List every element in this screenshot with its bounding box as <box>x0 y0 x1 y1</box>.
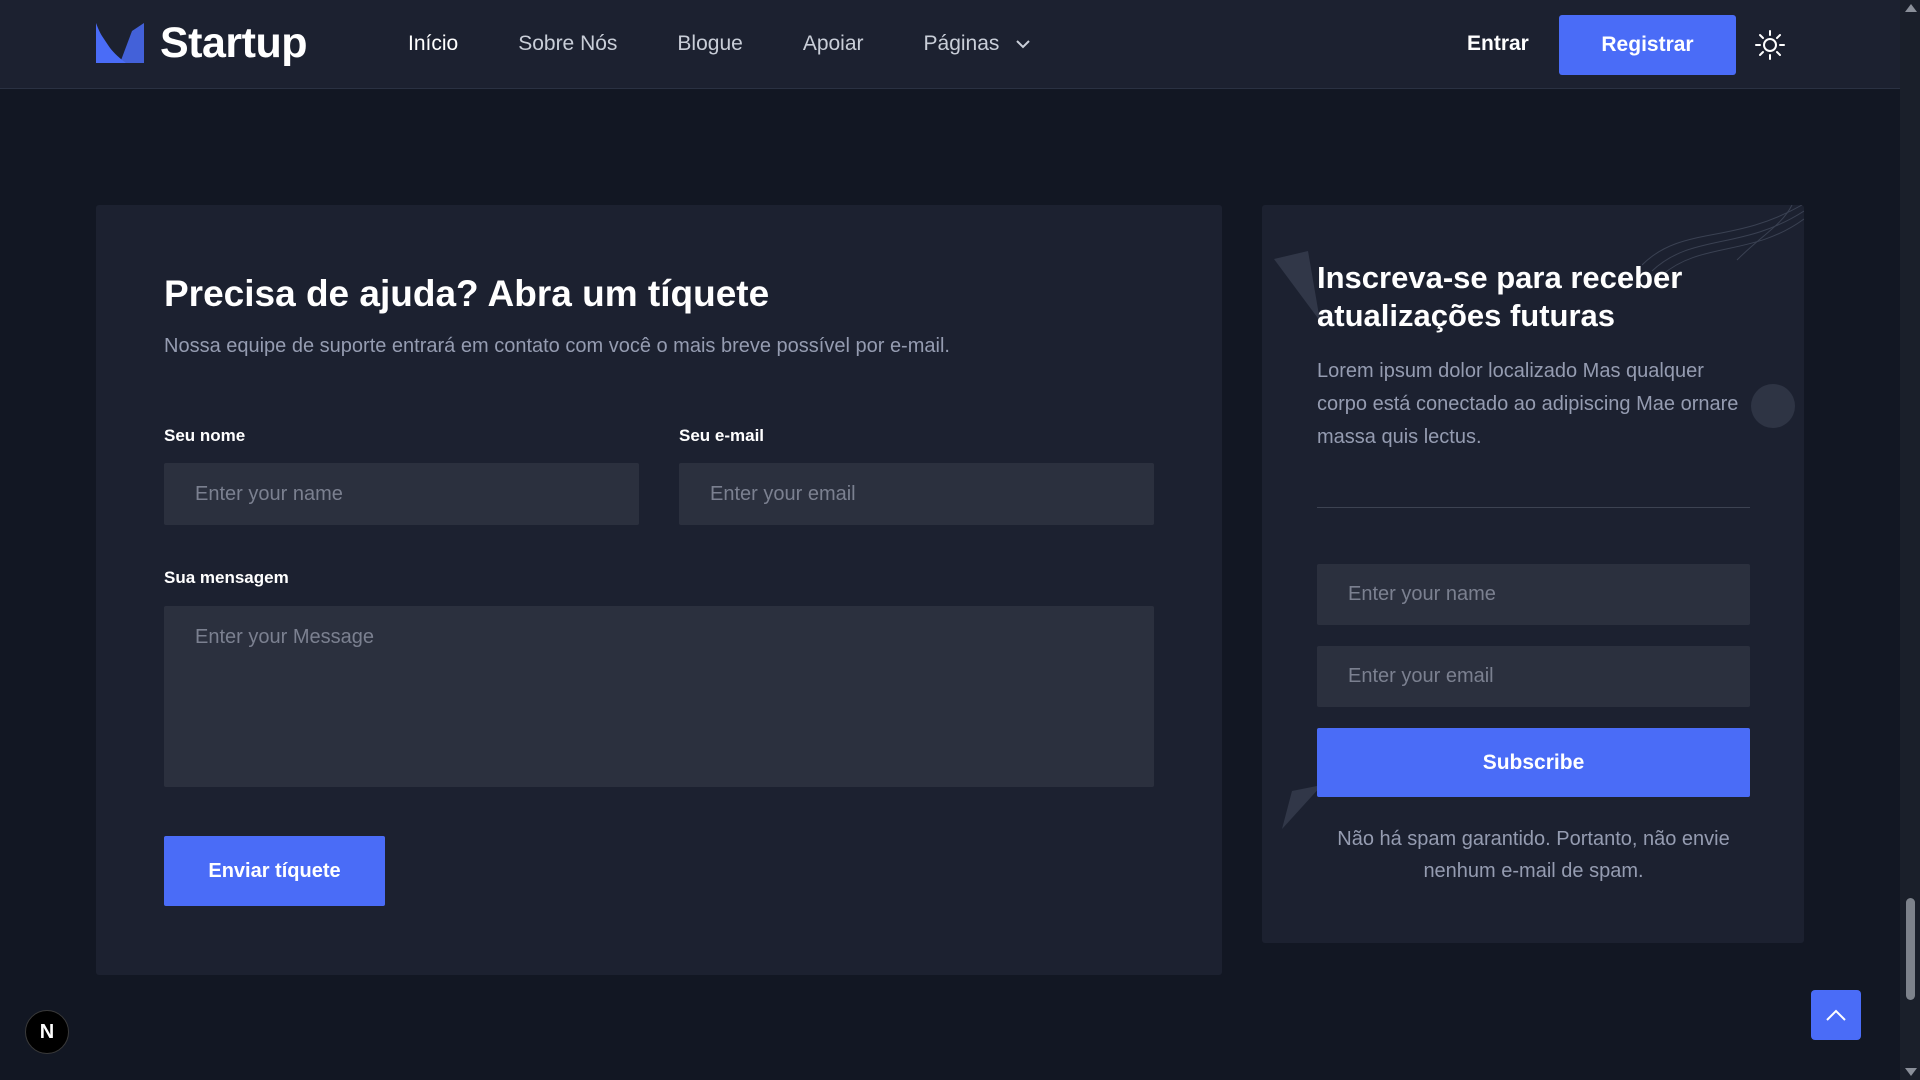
message-textarea[interactable] <box>164 606 1154 787</box>
dev-tools-badge[interactable]: N <box>25 1010 69 1054</box>
ticket-card: Precisa de ajuda? Abra um tíquete Nossa … <box>96 205 1222 975</box>
chevron-up-icon <box>1826 1009 1846 1021</box>
scroll-down-arrow-icon[interactable] <box>1905 1068 1917 1076</box>
newsletter-card: Inscreva-se para receber atualizações fu… <box>1262 205 1804 943</box>
chevron-down-icon <box>1016 40 1031 49</box>
scroll-thumb[interactable] <box>1906 898 1915 1000</box>
logo-mark-icon <box>96 23 144 63</box>
nav-item-inicio[interactable]: Início <box>408 26 458 62</box>
back-to-top-button[interactable] <box>1811 990 1861 1040</box>
email-label: Seu e-mail <box>679 426 765 445</box>
email-input[interactable] <box>679 463 1154 525</box>
signin-link[interactable]: Entrar <box>1467 26 1529 62</box>
divider <box>1317 507 1750 508</box>
decorative-circle-icon <box>1751 384 1795 428</box>
newsletter-name-input[interactable] <box>1317 564 1750 625</box>
nav-item-blogue[interactable]: Blogue <box>677 26 742 62</box>
decorative-triangle-icon <box>1274 251 1320 321</box>
page: Startup Início Sobre Nós Blogue Apoiar P… <box>0 0 1920 1080</box>
site-header: Startup Início Sobre Nós Blogue Apoiar P… <box>0 0 1900 89</box>
nav-item-apoiar[interactable]: Apoiar <box>803 26 864 62</box>
decorative-triangle-small-icon <box>1282 785 1322 829</box>
newsletter-email-input[interactable] <box>1317 646 1750 707</box>
submit-ticket-button[interactable]: Enviar tíquete <box>164 836 385 906</box>
scroll-up-arrow-icon[interactable] <box>1905 4 1917 12</box>
page-scrollbar[interactable] <box>1900 0 1920 1080</box>
nav-item-paginas-label: Páginas <box>923 32 1000 55</box>
dev-badge-letter: N <box>39 1020 55 1043</box>
main-nav: Início Sobre Nós Blogue Apoiar Páginas <box>408 26 1033 62</box>
name-input[interactable] <box>164 463 639 525</box>
ticket-title: Precisa de ajuda? Abra um tíquete <box>164 273 770 314</box>
name-label: Seu nome <box>164 426 246 445</box>
message-label: Sua mensagem <box>164 568 289 587</box>
register-button[interactable]: Registrar <box>1559 15 1736 75</box>
brand-logo[interactable]: Startup <box>96 18 308 68</box>
subscribe-button[interactable]: Subscribe <box>1317 728 1750 797</box>
newsletter-note: Não há spam garantido. Portanto, não env… <box>1337 828 1730 882</box>
newsletter-title: Inscreva-se para receber atualizações fu… <box>1317 260 1683 333</box>
sun-icon[interactable] <box>1755 30 1785 60</box>
newsletter-description: Lorem ipsum dolor localizado Mas qualque… <box>1317 360 1739 448</box>
brand-name: Startup <box>160 18 308 67</box>
nav-item-paginas[interactable]: Páginas <box>924 26 1034 62</box>
nav-item-sobre-nos[interactable]: Sobre Nós <box>518 26 617 62</box>
ticket-subtitle: Nossa equipe de suporte entrará em conta… <box>164 335 950 357</box>
